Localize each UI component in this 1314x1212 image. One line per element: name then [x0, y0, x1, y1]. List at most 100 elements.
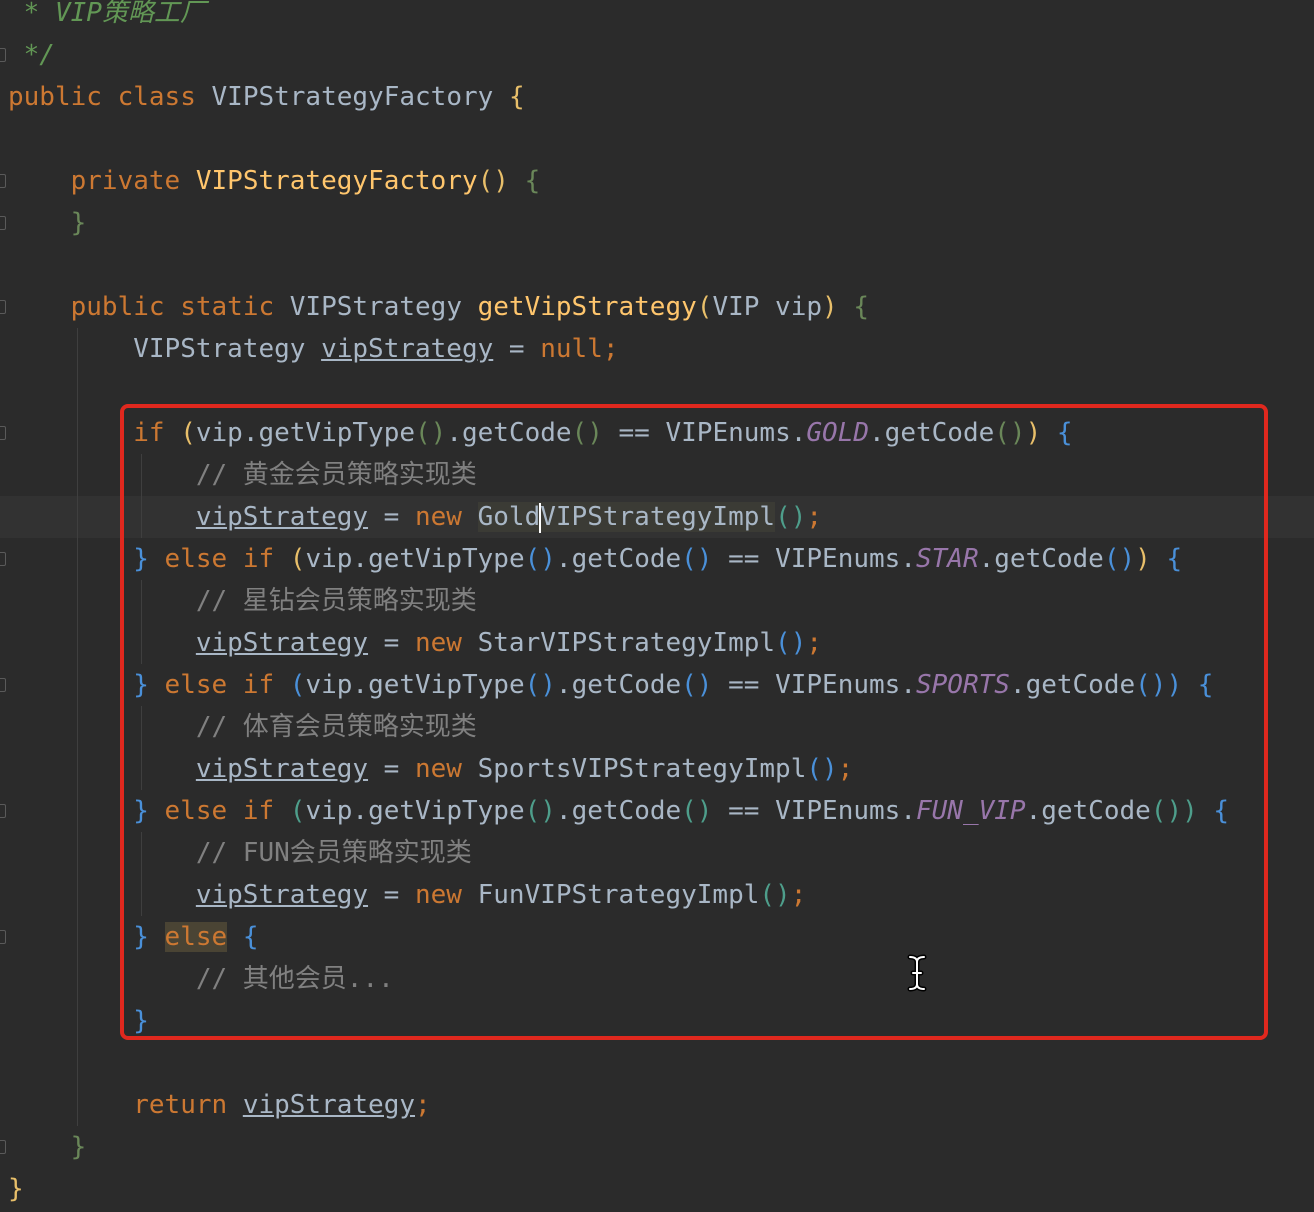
enum-constant-gold: GOLD [806, 418, 870, 448]
brace-close: } [70, 1132, 87, 1162]
code-line-doc-comment[interactable]: * VIP策略工厂 [8, 0, 206, 34]
code-editor[interactable]: * VIP策略工厂 */ public class VIPStrategyFac… [0, 0, 1314, 1212]
code-line-comment-other[interactable]: // 其他会员... [8, 958, 394, 1000]
fold-marker-icon[interactable] [0, 678, 6, 692]
code-line-return[interactable]: return vipStrategy; [8, 1084, 431, 1126]
variable-name: vipStrategy [195, 754, 369, 784]
comment-gold: // 黄金会员策略实现类 [195, 460, 477, 490]
get-code-call: getCode [571, 796, 682, 826]
semicolon: ; [602, 334, 619, 364]
keyword-static: static [180, 292, 275, 322]
fold-marker-icon[interactable] [0, 300, 6, 314]
code-line-assign-sports[interactable]: vipStrategy = new SportsVIPStrategyImpl(… [8, 748, 853, 790]
paren-pair: () [994, 418, 1026, 448]
code-line-else-if-sports[interactable]: } else if (vip.getVipType().getCode() ==… [8, 664, 1213, 706]
keyword-if: if [242, 796, 275, 826]
code-line-class-declaration[interactable]: public class VIPStrategyFactory { [8, 76, 525, 118]
fold-marker-icon[interactable] [0, 426, 6, 440]
code-line-class-end[interactable]: } [8, 1168, 24, 1210]
brace-close: } [133, 670, 149, 700]
code-line-else-end[interactable]: } [8, 1000, 149, 1042]
code-line-comment-star[interactable]: // 星钻会员策略实现类 [8, 580, 477, 622]
brace-open: { [1166, 544, 1183, 574]
paren-pair: () [477, 166, 509, 196]
keyword-new: new [415, 502, 462, 532]
get-code-call: getCode [994, 544, 1104, 574]
variable-name: vipStrategy [195, 880, 369, 910]
brace-open: { [524, 166, 541, 196]
code-line-assign-star[interactable]: vipStrategy = new StarVIPStrategyImpl(); [8, 622, 822, 664]
vip-type-call: vip.getVipType [195, 418, 416, 448]
fold-marker-icon[interactable] [0, 216, 6, 230]
keyword-if: if [242, 670, 275, 700]
code-line-assign-gold[interactable]: vipStrategy = new GoldVIPStrategyImpl(); [8, 496, 822, 538]
semicolon: ; [837, 754, 854, 784]
keyword-new: new [415, 628, 462, 658]
code-line-else-if-star[interactable]: } else if (vip.getVipType().getCode() ==… [8, 538, 1182, 580]
paren-open: ( [289, 796, 306, 826]
code-line-variable-declaration[interactable]: VIPStrategy vipStrategy = null; [8, 328, 619, 370]
brace-close: } [133, 922, 149, 952]
get-code-call: getCode [571, 544, 682, 574]
brace-open: { [508, 82, 525, 112]
code-line-method-signature[interactable]: public static VIPStrategy getVipStrategy… [8, 286, 869, 328]
keyword-null: null [540, 334, 603, 364]
comment-other: // 其他会员... [195, 964, 394, 994]
paren-pair: () [775, 502, 807, 532]
code-line-if-gold[interactable]: if (vip.getVipType().getCode() == VIPEnu… [8, 412, 1072, 454]
enum-constant-fun-vip: FUN_VIP [915, 796, 1026, 826]
enum-class: VIPEnums [775, 670, 901, 700]
code-line-doc-end[interactable]: */ [8, 34, 55, 76]
enum-class: VIPEnums [775, 796, 901, 826]
paren-pair: () [415, 418, 447, 448]
semicolon: ; [790, 880, 807, 910]
doc-comment-text: * VIP策略工厂 [8, 0, 206, 28]
paren-pair: () [524, 670, 556, 700]
fold-marker-icon[interactable] [0, 48, 6, 62]
code-line-comment-sports[interactable]: // 体育会员策略实现类 [8, 706, 477, 748]
fold-marker-icon[interactable] [0, 930, 6, 944]
brace-open: { [242, 922, 259, 952]
semicolon: ; [415, 1090, 431, 1120]
vip-type-call: vip.getVipType [305, 670, 525, 700]
fold-marker-icon[interactable] [0, 1140, 6, 1154]
keyword-new: new [415, 880, 462, 910]
paren-pair: () [681, 670, 713, 700]
paren-close: ) [1182, 796, 1198, 826]
keyword-public: public [8, 82, 102, 112]
brace-open: { [1213, 796, 1230, 826]
code-line-else[interactable]: } else { [8, 916, 258, 958]
brace-open: { [853, 292, 869, 322]
fold-marker-icon[interactable] [0, 552, 6, 566]
class-star-impl: StarVIPStrategyImpl [477, 628, 776, 658]
variable-name: vipStrategy [195, 628, 369, 658]
code-line-method-end[interactable]: } [8, 1126, 87, 1168]
brace-close: } [133, 796, 149, 826]
brace-close: } [70, 208, 87, 238]
variable-type: VIPStrategy [133, 334, 306, 364]
class-gold-suffix: VIPStrategyImpl [540, 502, 776, 532]
class-gold-prefix: Gold [477, 502, 541, 532]
fold-marker-icon[interactable] [0, 174, 6, 188]
code-line-assign-fun[interactable]: vipStrategy = new FunVIPStrategyImpl(); [8, 874, 807, 916]
fold-marker-icon[interactable] [0, 804, 6, 818]
paren-pair: () [524, 544, 556, 574]
code-line-comment-fun[interactable]: // FUN会员策略实现类 [8, 832, 472, 874]
code-line-constructor[interactable]: private VIPStrategyFactory() { [8, 160, 541, 202]
paren-pair: () [681, 796, 713, 826]
code-line-else-if-fun[interactable]: } else if (vip.getVipType().getCode() ==… [8, 790, 1229, 832]
paren-pair: () [1103, 544, 1136, 574]
constructor-name: VIPStrategyFactory [195, 166, 478, 196]
paren-pair: () [681, 544, 713, 574]
variable-name: vipStrategy [242, 1090, 415, 1120]
paren-pair: () [775, 628, 807, 658]
get-code-call: getCode [461, 418, 572, 448]
keyword-else: else [164, 544, 228, 574]
code-line-comment-gold[interactable]: // 黄金会员策略实现类 [8, 454, 477, 496]
method-parameter: VIP vip [712, 292, 823, 322]
variable-name: vipStrategy [195, 502, 369, 532]
paren-open: ( [289, 670, 306, 700]
brace-close: } [133, 544, 149, 574]
paren-pair: () [806, 754, 838, 784]
code-line-constructor-end[interactable]: } [8, 202, 87, 244]
